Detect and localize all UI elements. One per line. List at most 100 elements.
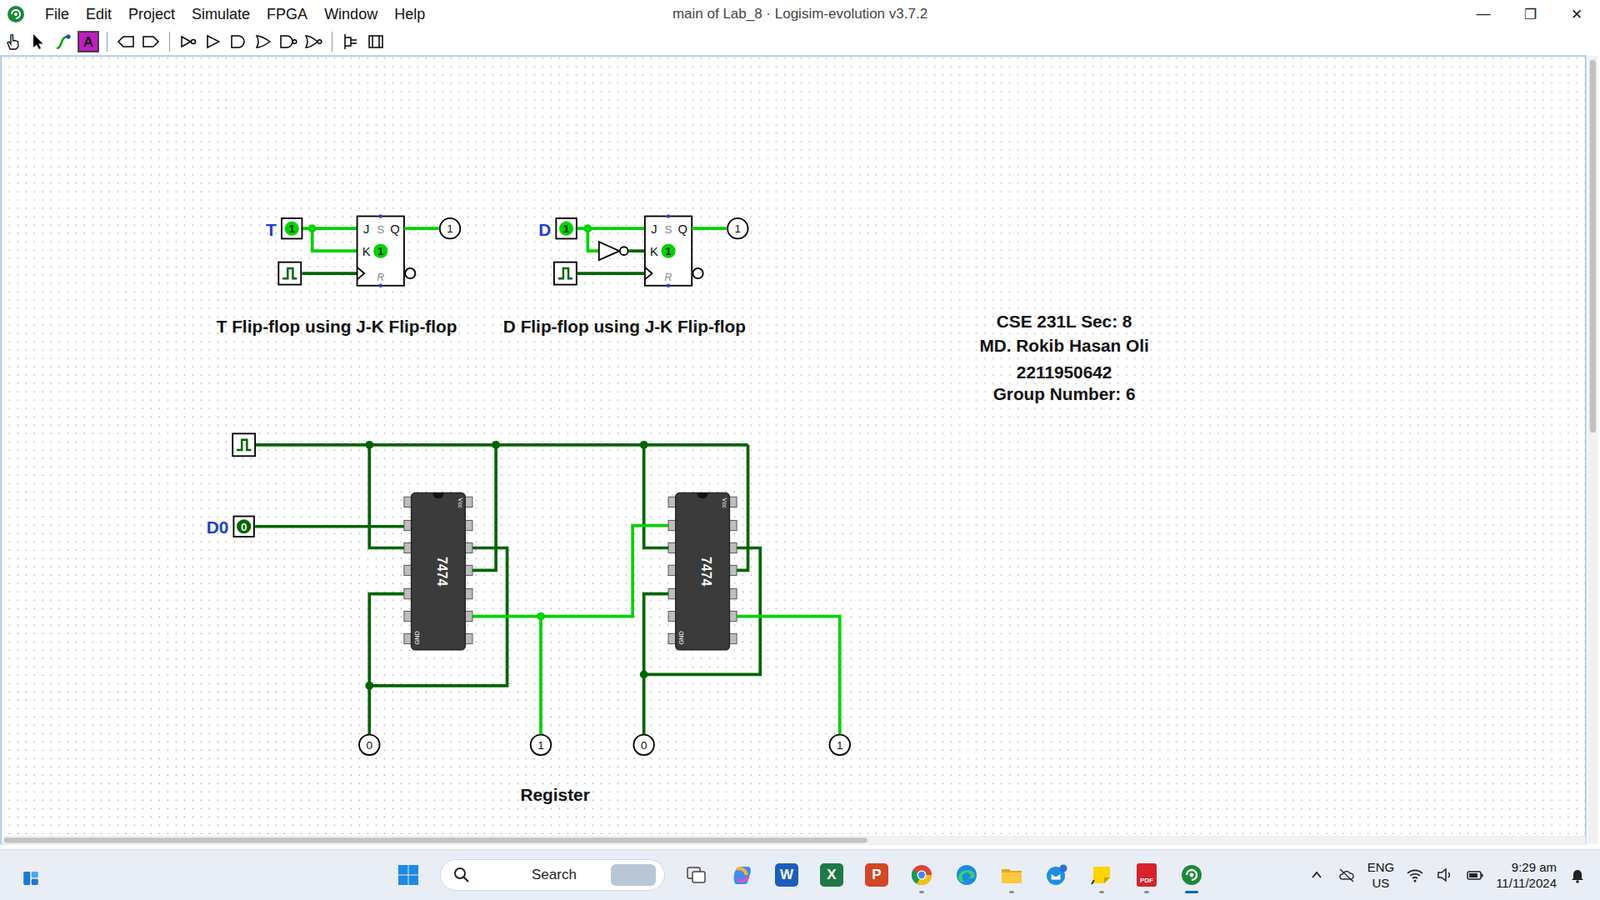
chip-pin: [668, 610, 676, 621]
pin-label: T: [265, 220, 277, 240]
sticky-app[interactable]: [1088, 855, 1115, 895]
minimize-button[interactable]: —: [1460, 5, 1507, 24]
pin-value-text: 1: [563, 222, 570, 235]
pin-value: [236, 519, 251, 534]
search-box[interactable]: Search: [440, 859, 665, 891]
task-view-app[interactable]: [683, 855, 710, 895]
nor-tool-icon[interactable]: [303, 31, 324, 52]
wire: [735, 616, 840, 735]
clock[interactable]: 9:29 am11/11/2024: [1495, 859, 1557, 892]
author-line: MD. Rokib Hasan Oli: [979, 335, 1149, 355]
jk-flip-flop[interactable]: [357, 215, 405, 285]
word-icon: W: [775, 863, 799, 887]
output-pin: [530, 735, 551, 755]
time: 9:29 am: [1511, 859, 1557, 876]
pin-out-tool-icon[interactable]: [140, 31, 161, 52]
wire: [644, 594, 670, 735]
wire: [471, 525, 670, 617]
excel-app[interactable]: X: [818, 855, 845, 895]
battery-icon[interactable]: [1465, 865, 1485, 885]
copilot-app[interactable]: [728, 855, 755, 895]
search-icon: [452, 865, 524, 885]
pin-name: S: [376, 223, 385, 236]
select-tool-icon[interactable]: [28, 31, 49, 52]
chip-pin: [730, 610, 738, 621]
wire-tool-icon[interactable]: [53, 31, 74, 52]
notification-bell-icon[interactable]: [1568, 865, 1587, 885]
clock-pin[interactable]: [554, 262, 577, 285]
volume-icon[interactable]: [1435, 865, 1455, 885]
explorer-icon: [999, 862, 1025, 888]
restore-button[interactable]: ❐: [1506, 5, 1554, 24]
chip-pin: [404, 520, 412, 530]
clock-pin[interactable]: [278, 262, 301, 285]
clock-pin[interactable]: [232, 433, 255, 456]
widgets-icon[interactable]: [21, 865, 40, 885]
word-app[interactable]: W: [773, 855, 800, 895]
chip-pin: [465, 565, 473, 575]
nand-tool-icon[interactable]: [278, 31, 299, 52]
text-tool[interactable]: A: [78, 31, 99, 52]
input-pin[interactable]: [555, 218, 576, 239]
copilot-icon: [729, 862, 755, 888]
input-pin[interactable]: [233, 516, 254, 537]
tunnel-tool-icon[interactable]: [365, 31, 386, 52]
output-value: 0: [366, 739, 373, 752]
output-pin: [633, 735, 654, 755]
language-indicator[interactable]: ENGUS: [1367, 859, 1395, 892]
not-tool-icon[interactable]: [178, 31, 199, 52]
pin-in-tool-icon[interactable]: [115, 31, 136, 52]
splitter-tool-icon[interactable]: [340, 31, 361, 52]
logisim-app[interactable]: [1178, 855, 1205, 895]
scroll-thumb[interactable]: [1590, 60, 1596, 433]
wire: [539, 616, 543, 735]
poke-tool-icon[interactable]: [3, 31, 24, 52]
wire-junction: [365, 681, 374, 690]
menu-item[interactable]: File: [36, 5, 78, 24]
menu-item[interactable]: Edit: [77, 5, 120, 24]
pin-name: R: [376, 271, 385, 284]
chip-pin: [730, 633, 738, 644]
edge-app[interactable]: [953, 855, 980, 895]
window-controls: —❐✕: [927, 5, 1600, 24]
explorer-app[interactable]: [998, 855, 1025, 895]
pdf-app[interactable]: PDF: [1133, 855, 1160, 895]
pin-name: K: [362, 245, 371, 259]
circuit-canvas[interactable]: T1JSQK1R1T Flip-flop using J-K Flip-flop…: [0, 55, 1600, 850]
search-text: Search: [531, 866, 603, 884]
input-pin[interactable]: [281, 218, 302, 239]
output-value: 0: [640, 739, 647, 752]
menu-item[interactable]: Window: [315, 5, 386, 24]
jk-flip-flop[interactable]: [645, 215, 692, 285]
shape: [432, 492, 444, 499]
cloud-off-icon[interactable]: [1337, 865, 1356, 885]
chip-label: 7474: [699, 556, 714, 587]
start-icon[interactable]: [395, 855, 422, 895]
wire: [301, 271, 357, 275]
menu-item[interactable]: Project: [120, 5, 184, 24]
chip-7474[interactable]: [675, 492, 730, 650]
menu-item[interactable]: Help: [385, 5, 434, 24]
chip-7474[interactable]: [410, 492, 465, 650]
chevron-up-icon[interactable]: [1307, 865, 1326, 885]
and-tool-icon[interactable]: [228, 31, 249, 52]
powerpoint-app[interactable]: P: [863, 855, 890, 895]
chip-pin: [730, 588, 738, 599]
or-tool-icon[interactable]: [253, 31, 274, 52]
language-text: ENG: [1367, 859, 1395, 876]
buffer-tool-icon[interactable]: [203, 31, 224, 52]
gnd-label: GND: [677, 630, 685, 645]
menu-item[interactable]: Simulate: [183, 5, 259, 24]
mail-app[interactable]: [1043, 855, 1070, 895]
chip-pin: [668, 542, 676, 553]
chip-pin: [465, 633, 473, 644]
caption: Register: [520, 785, 590, 805]
close-button[interactable]: ✕: [1553, 5, 1600, 24]
chip-pin: [730, 542, 738, 553]
scroll-thumb[interactable]: [4, 837, 868, 843]
wifi-icon[interactable]: [1405, 865, 1425, 885]
pin-name: K: [650, 245, 659, 259]
chrome-app[interactable]: [908, 855, 935, 895]
menu-item[interactable]: FPGA: [258, 5, 316, 24]
pin-label: D0: [206, 517, 230, 537]
